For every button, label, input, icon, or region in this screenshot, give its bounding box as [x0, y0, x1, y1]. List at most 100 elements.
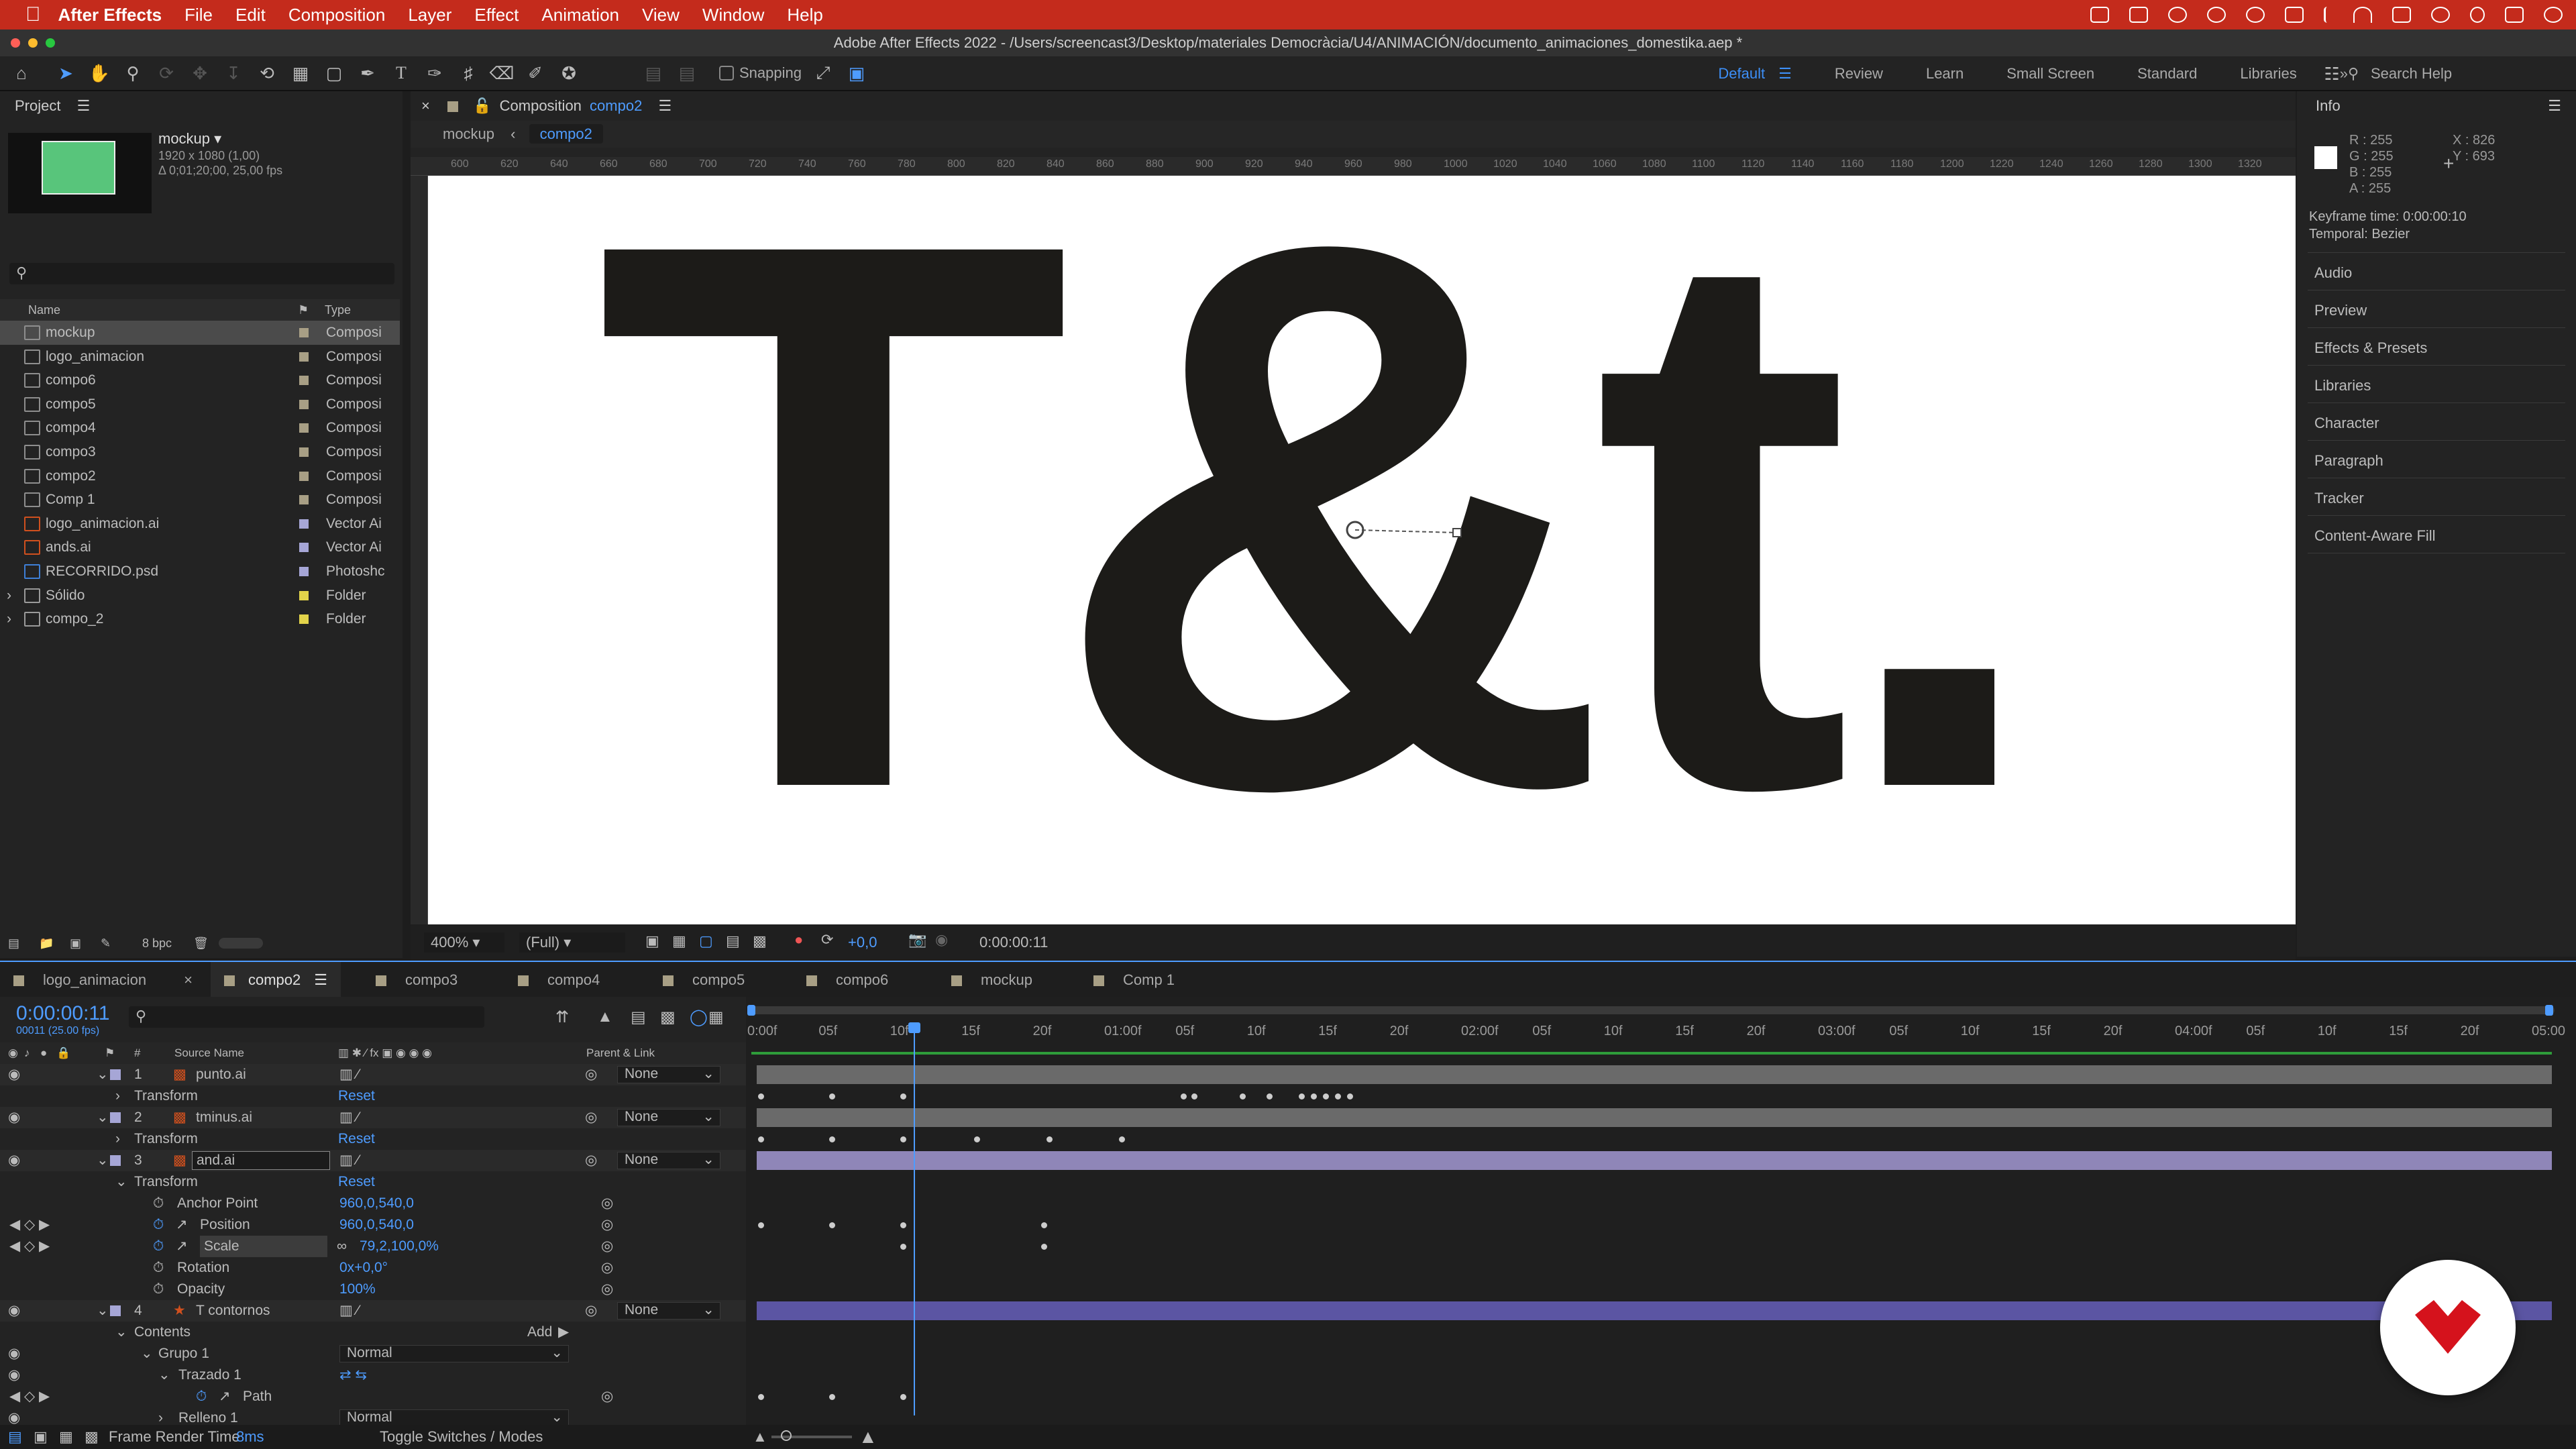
viewer-timecode[interactable]: 0:00:00:11: [979, 934, 1048, 951]
keyframe[interactable]: [900, 1244, 906, 1250]
selected-item-name[interactable]: mockup ▾: [158, 130, 221, 148]
close-tab-icon[interactable]: ×: [421, 97, 430, 114]
label-swatch[interactable]: [299, 352, 309, 362]
tab-compo3[interactable]: compo3: [376, 962, 458, 998]
snap-target-icon[interactable]: ▣: [845, 61, 869, 85]
pickwhip-icon[interactable]: ◎: [601, 1257, 613, 1279]
visibility-eye-icon[interactable]: ◉: [8, 1107, 20, 1128]
lock-icon[interactable]: 🔓: [473, 97, 491, 114]
column-type[interactable]: Type: [325, 299, 351, 321]
toggle-switches-modes-button[interactable]: Toggle Switches / Modes: [380, 1425, 543, 1449]
dolly-tool-icon[interactable]: ↧: [221, 61, 246, 85]
workspace-libraries[interactable]: Libraries: [2240, 65, 2296, 83]
visibility-eye-icon[interactable]: ◉: [8, 1150, 20, 1171]
stopwatch-icon[interactable]: ⏱: [196, 1386, 207, 1407]
menu-layer[interactable]: Layer: [408, 5, 451, 25]
timeline-layer-row[interactable]: ◉ ⌄ 1 ▩ punto.ai ▥ ∕ ◎ None ⌄: [0, 1064, 746, 1085]
workspace-layout-icon[interactable]: ☷: [2320, 62, 2344, 86]
pickwhip-icon[interactable]: ◎: [601, 1236, 613, 1257]
snap-options-icon[interactable]: ⤢: [811, 61, 835, 85]
layer-duration-bar[interactable]: [757, 1065, 2552, 1084]
keyframe[interactable]: [1299, 1093, 1305, 1099]
exposure-reset-icon[interactable]: ⟳: [821, 931, 833, 949]
expand-chevron-icon[interactable]: ⌄: [97, 1107, 109, 1128]
graph-icon[interactable]: ↗: [176, 1236, 188, 1257]
workspace-review[interactable]: Review: [1835, 65, 1883, 83]
puppet-tool-icon[interactable]: ✪: [557, 61, 581, 85]
expand-chevron-icon[interactable]: ›: [115, 1085, 120, 1107]
work-area-end[interactable]: [2545, 1005, 2553, 1016]
layer-name[interactable]: T contornos: [196, 1300, 270, 1322]
property-name[interactable]: Opacity: [177, 1279, 225, 1300]
stopwatch-icon[interactable]: ⏱: [153, 1279, 164, 1300]
pickwhip-icon[interactable]: ◎: [601, 1193, 613, 1214]
label-swatch[interactable]: [299, 519, 309, 529]
trash-icon[interactable]: 🗑: [193, 930, 209, 957]
expand-chevron-icon[interactable]: ›: [115, 1128, 120, 1150]
parent-dropdown[interactable]: None ⌄: [617, 1152, 720, 1169]
bluetooth-icon[interactable]: [2324, 7, 2333, 23]
property-value[interactable]: 79,2,100,0%: [360, 1236, 439, 1257]
project-item[interactable]: compo4 Composi: [0, 416, 400, 440]
workspace-default[interactable]: Default: [1718, 65, 1765, 83]
keyframe[interactable]: [1119, 1136, 1125, 1142]
keyframe-navigator[interactable]: ◀ ◇ ▶: [9, 1386, 50, 1407]
composition-tab[interactable]: × 🔓 Composition compo2 ☰: [411, 91, 672, 121]
expand-chevron-icon[interactable]: ⌄: [115, 1171, 127, 1193]
expand-chevron-icon[interactable]: ⌄: [97, 1150, 109, 1171]
magnification-dropdown[interactable]: 400% ▾: [424, 932, 504, 953]
layer-name[interactable]: and.ai: [192, 1151, 330, 1170]
project-search-input[interactable]: ⚲: [9, 263, 394, 284]
status-icon[interactable]: [2168, 7, 2187, 23]
tab-compo6[interactable]: compo6: [806, 962, 888, 998]
show-snapshot-icon[interactable]: ◉: [935, 931, 948, 949]
path-group-row[interactable]: ◉ ⌄ Trazado 1 ⇄ ⇆: [0, 1364, 746, 1386]
close-tab-icon[interactable]: ×: [184, 971, 193, 988]
apple-icon[interactable]: : [25, 3, 41, 26]
close-window-button[interactable]: [11, 38, 20, 48]
project-item[interactable]: compo2 Composi: [0, 464, 400, 488]
pickwhip-icon[interactable]: ◎: [585, 1107, 597, 1128]
label-tag-icon[interactable]: ⚑: [298, 299, 309, 321]
reset-link[interactable]: Reset: [338, 1085, 375, 1107]
pickwhip-icon[interactable]: ◎: [585, 1300, 597, 1322]
align-icon[interactable]: ▤: [641, 61, 665, 85]
transform-group-row[interactable]: › Transform Reset: [0, 1085, 746, 1107]
keyframe[interactable]: [1323, 1093, 1329, 1099]
panel-menu-icon[interactable]: ☰: [77, 97, 91, 114]
breadcrumb-compo2[interactable]: compo2: [529, 124, 603, 144]
region-of-interest-icon[interactable]: ▣: [645, 932, 659, 950]
home-icon[interactable]: ⌂: [9, 61, 34, 85]
project-item[interactable]: compo3 Composi: [0, 440, 400, 464]
property-value[interactable]: 100%: [339, 1279, 376, 1300]
menu-window[interactable]: Window: [702, 5, 764, 25]
graph-icon[interactable]: ↗: [219, 1386, 231, 1407]
label-swatch[interactable]: [299, 447, 309, 457]
property-value[interactable]: 960,0,540,0: [339, 1193, 414, 1214]
pickwhip-icon[interactable]: ◎: [601, 1279, 613, 1300]
clone-stamp-tool-icon[interactable]: ♯: [456, 61, 480, 85]
tab-comp-1[interactable]: Comp 1: [1093, 962, 1175, 998]
layer-switches[interactable]: ▥ ∕: [339, 1107, 359, 1128]
property-name[interactable]: Scale: [200, 1236, 327, 1257]
control-center-icon[interactable]: [2505, 7, 2524, 23]
anchor-tool-icon[interactable]: ▦: [288, 61, 313, 85]
breadcrumb-mockup[interactable]: mockup: [443, 125, 494, 142]
keyframe[interactable]: [758, 1136, 764, 1142]
selection-tool-icon[interactable]: ➤: [54, 61, 78, 85]
contents-group-row[interactable]: ⌄ Contents Add ▶: [0, 1322, 746, 1343]
visibility-column-icon[interactable]: ◉: [8, 1042, 18, 1064]
label-swatch[interactable]: [299, 376, 309, 386]
menu-effect[interactable]: Effect: [474, 5, 519, 25]
keyframe[interactable]: [1041, 1222, 1047, 1228]
keyframe[interactable]: [758, 1394, 764, 1400]
label-swatch[interactable]: [299, 471, 309, 481]
current-time-display[interactable]: 0:00:00:11: [16, 1002, 110, 1025]
stopwatch-icon[interactable]: ⏱: [153, 1193, 164, 1214]
column-parent-link[interactable]: Parent & Link: [586, 1042, 655, 1064]
mode-toggle-icon[interactable]: ▦: [59, 1425, 73, 1449]
keyframe[interactable]: [900, 1136, 906, 1142]
project-item[interactable]: mockup Composi: [0, 321, 400, 345]
project-item[interactable]: › compo_2 Folder: [0, 607, 400, 631]
graph-icon[interactable]: ↗: [176, 1214, 188, 1236]
